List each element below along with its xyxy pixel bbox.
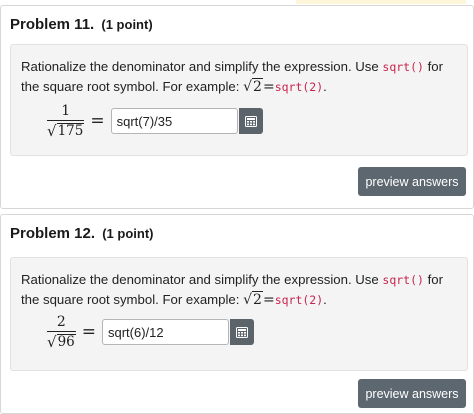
example-period: . (323, 292, 327, 307)
denominator-radicand: 96 (56, 334, 76, 350)
answer-input[interactable]: sqrt(6)/12 (102, 319, 229, 345)
answer-input[interactable]: sqrt(7)/35 (110, 108, 238, 134)
equation-editor-button[interactable] (230, 319, 254, 345)
preview-answers-button[interactable]: preview answers (358, 379, 466, 408)
code-sqrt: sqrt() (382, 273, 424, 287)
problem-title: Problem 11. (1 point) (10, 16, 153, 33)
instruction-text: Rationalize the denominator and simplify… (21, 59, 379, 74)
problem-number: Problem 11. (10, 16, 95, 33)
equation-editor-button[interactable] (238, 108, 263, 134)
problem-body: Rationalize the denominator and simplify… (10, 44, 468, 156)
problem-number: Problem 12. (10, 225, 96, 242)
equals-sign: = (81, 322, 96, 342)
problem-points: (1 point) (102, 226, 154, 241)
fraction: 1 √ 175 (47, 103, 85, 140)
grid-calculator-icon (244, 115, 257, 127)
numerator: 2 (56, 314, 66, 330)
problem-11-card: Problem 11. (1 point) Rationalize the de… (0, 5, 474, 209)
problem-points: (1 point) (101, 17, 153, 32)
answer-value: sqrt(6)/12 (108, 324, 164, 340)
code-sqrt: sqrt() (382, 60, 424, 74)
radical-icon: √ (47, 122, 57, 140)
example-period: . (323, 79, 327, 94)
grid-calculator-icon (236, 326, 248, 338)
answer-value: sqrt(7)/35 (116, 113, 173, 129)
equation-row: 1 √ 175 = sqrt(7)/35 (47, 103, 263, 139)
problem-12-card: Problem 12. (1 point) Rationalize the de… (0, 214, 474, 414)
denominator: √ 96 (47, 332, 76, 350)
example-code: sqrt(2) (274, 293, 324, 307)
example-radicand: 2 (252, 78, 263, 95)
problem-title: Problem 12. (1 point) (10, 225, 153, 242)
problem-instruction: Rationalize the denominator and simplify… (21, 270, 461, 310)
equation-row: 2 √ 96 = sqrt(6)/12 (47, 314, 254, 350)
preview-answers-button[interactable]: preview answers (358, 167, 466, 196)
problem-instruction: Rationalize the denominator and simplify… (21, 57, 461, 97)
example-code: sqrt(2) (274, 80, 324, 94)
example-sqrt: √2 (243, 291, 263, 308)
example-equals: = (262, 79, 275, 95)
example-sqrt: √2 (243, 78, 263, 95)
denominator-radicand: 175 (56, 123, 85, 139)
radical-icon: √ (47, 333, 57, 351)
problem-body: Rationalize the denominator and simplify… (10, 257, 468, 371)
instruction-text: Rationalize the denominator and simplify… (21, 272, 379, 287)
equals-sign: = (90, 111, 105, 131)
numerator: 1 (61, 103, 71, 119)
top-highlight-strip (296, 0, 466, 4)
example-radicand: 2 (252, 291, 263, 308)
example-equals: = (262, 292, 275, 308)
fraction: 2 √ 96 (47, 314, 76, 350)
denominator: √ 175 (47, 121, 85, 140)
